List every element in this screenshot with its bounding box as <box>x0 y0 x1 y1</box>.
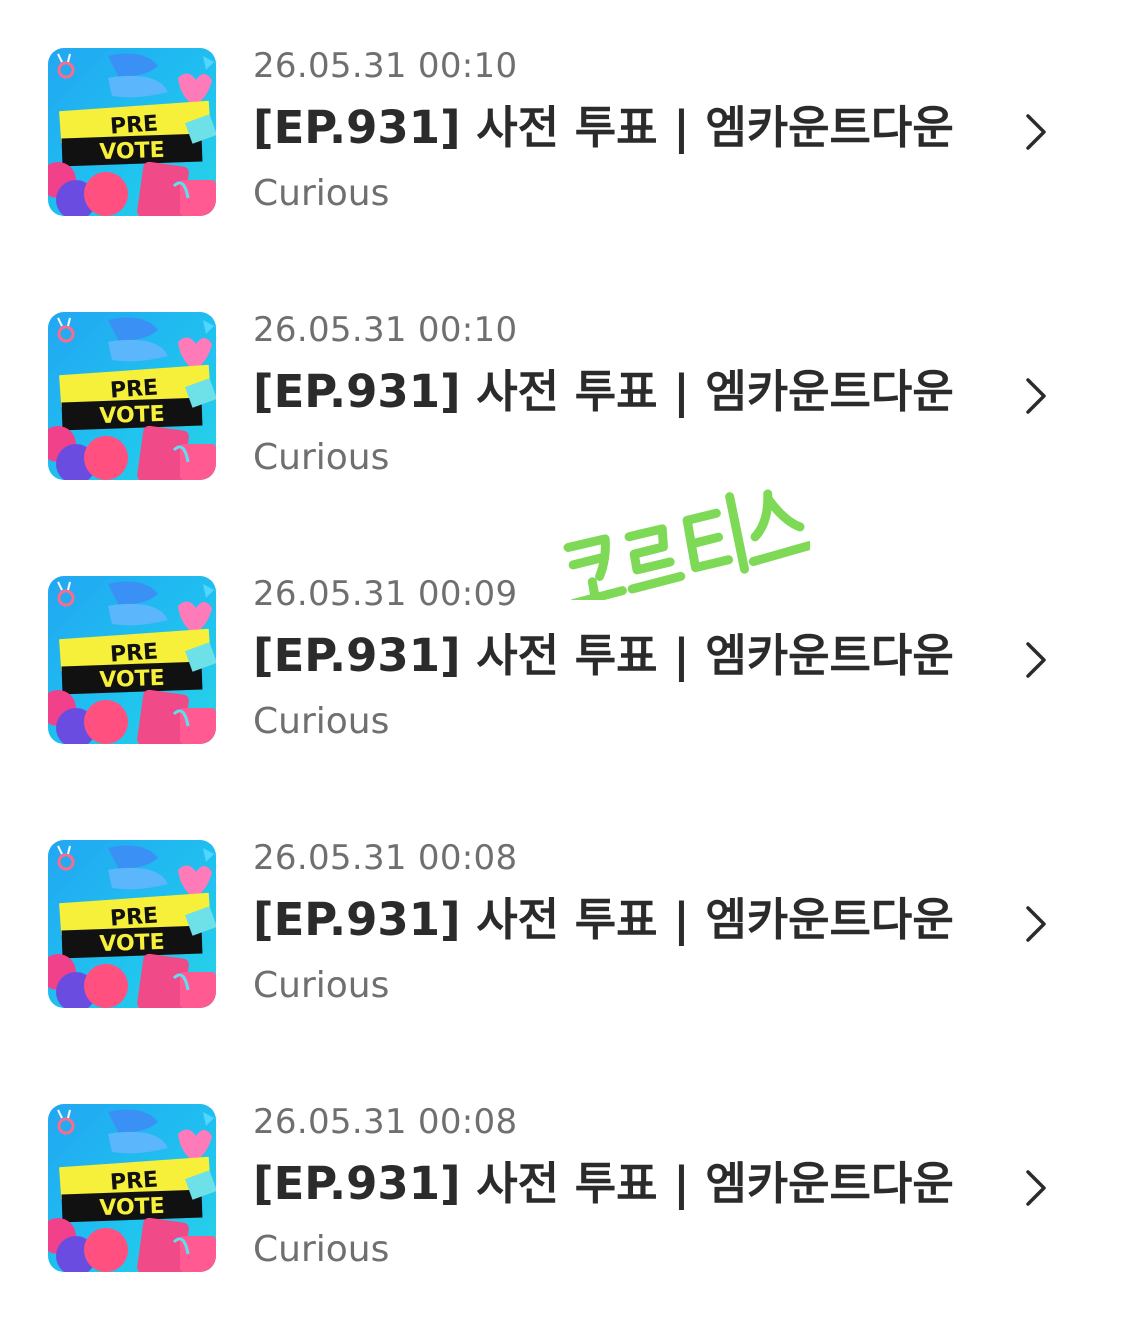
item-title: [EP.931] 사전 투표 | 엠카운트다운 <box>253 101 954 154</box>
chevron-right-icon[interactable] <box>1020 1168 1050 1208</box>
thumbnail-vote-text: VOTE <box>99 666 165 693</box>
thumbnail-vote-text: VOTE <box>99 402 165 429</box>
item-meta: 26.05.31 00:08 [EP.931] 사전 투표 | 엠카운트다운 C… <box>253 1100 973 1275</box>
list-item[interactable]: PRE VOTE 26.05.31 00:08 [EP.931] 사전 투표 |… <box>0 792 1124 1056</box>
chevron-right-icon[interactable] <box>1020 904 1050 944</box>
list-item[interactable]: PRE VOTE 26.05.31 00:10 [EP.931] 사전 투표 |… <box>0 0 1124 264</box>
thumbnail-vote-text: VOTE <box>99 138 165 165</box>
item-date: 26.05.31 00:10 <box>253 46 518 86</box>
item-meta: 26.05.31 00:10 [EP.931] 사전 투표 | 엠카운트다운 C… <box>253 308 973 483</box>
pre-vote-thumbnail: PRE VOTE <box>48 576 216 744</box>
item-artist: Curious <box>253 173 390 214</box>
item-date: 26.05.31 00:08 <box>253 838 518 878</box>
item-artist: Curious <box>253 701 390 742</box>
item-artist: Curious <box>253 965 390 1006</box>
thumbnail-vote-text: VOTE <box>99 930 165 957</box>
pre-vote-thumbnail: PRE VOTE <box>48 1104 216 1272</box>
item-title: [EP.931] 사전 투표 | 엠카운트다운 <box>253 893 954 946</box>
thumbnail-pre-text: PRE <box>109 1167 159 1195</box>
item-artist: Curious <box>253 1229 390 1270</box>
item-meta: 26.05.31 00:10 [EP.931] 사전 투표 | 엠카운트다운 C… <box>253 44 973 219</box>
thumbnail-vote-text: VOTE <box>99 1194 165 1221</box>
chevron-right-icon[interactable] <box>1020 376 1050 416</box>
item-date: 26.05.31 00:10 <box>253 310 518 350</box>
thumbnail-pre-text: PRE <box>109 111 159 139</box>
pre-vote-thumbnail: PRE VOTE <box>48 48 216 216</box>
thumbnail-pre-text: PRE <box>109 375 159 403</box>
thumbnail-pre-text: PRE <box>109 639 159 667</box>
item-title: [EP.931] 사전 투표 | 엠카운트다운 <box>253 1157 954 1210</box>
chevron-right-icon[interactable] <box>1020 640 1050 680</box>
thumbnail-pre-text: PRE <box>109 903 159 931</box>
item-title: [EP.931] 사전 투표 | 엠카운트다운 <box>253 365 954 418</box>
list-item[interactable]: PRE VOTE 26.05.31 00:08 [EP.931] 사전 투표 |… <box>0 1056 1124 1320</box>
handwritten-watermark <box>563 489 810 600</box>
pre-vote-thumbnail: PRE VOTE <box>48 312 216 480</box>
item-meta: 26.05.31 00:08 [EP.931] 사전 투표 | 엠카운트다운 C… <box>253 836 973 1011</box>
pre-vote-thumbnail: PRE VOTE <box>48 840 216 1008</box>
item-title: [EP.931] 사전 투표 | 엠카운트다운 <box>253 629 954 682</box>
item-date: 26.05.31 00:08 <box>253 1102 518 1142</box>
chevron-right-icon[interactable] <box>1020 112 1050 152</box>
